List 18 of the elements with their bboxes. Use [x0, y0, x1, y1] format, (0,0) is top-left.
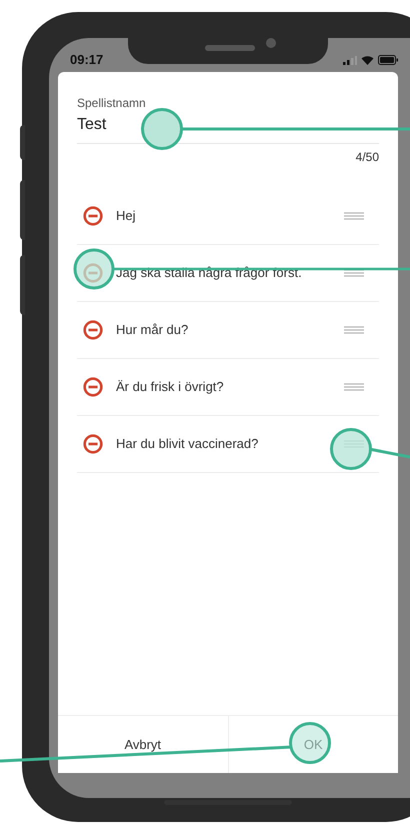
- field-label: Spellistnamn: [77, 96, 147, 110]
- drag-handle-icon[interactable]: [344, 383, 364, 391]
- question-text: Har du blivit vaccinerad?: [116, 435, 260, 454]
- remove-icon[interactable]: [83, 434, 103, 454]
- question-text: Hur mår du?: [116, 321, 190, 340]
- remove-icon[interactable]: [83, 377, 103, 397]
- status-time: 09:17: [70, 51, 104, 70]
- question-text: Är du frisk i övrigt?: [116, 378, 225, 396]
- drag-handle-icon[interactable]: [344, 326, 364, 334]
- wifi-icon: [361, 55, 374, 65]
- character-counter: 4/50: [356, 149, 379, 166]
- drag-handle-icon[interactable]: [344, 212, 364, 220]
- battery-icon: [378, 55, 398, 65]
- remove-icon[interactable]: [83, 320, 103, 340]
- speaker-grille: [205, 45, 255, 51]
- signal-icon: [343, 56, 357, 64]
- question-text: Hej: [116, 207, 137, 226]
- remove-icon[interactable]: [83, 206, 103, 226]
